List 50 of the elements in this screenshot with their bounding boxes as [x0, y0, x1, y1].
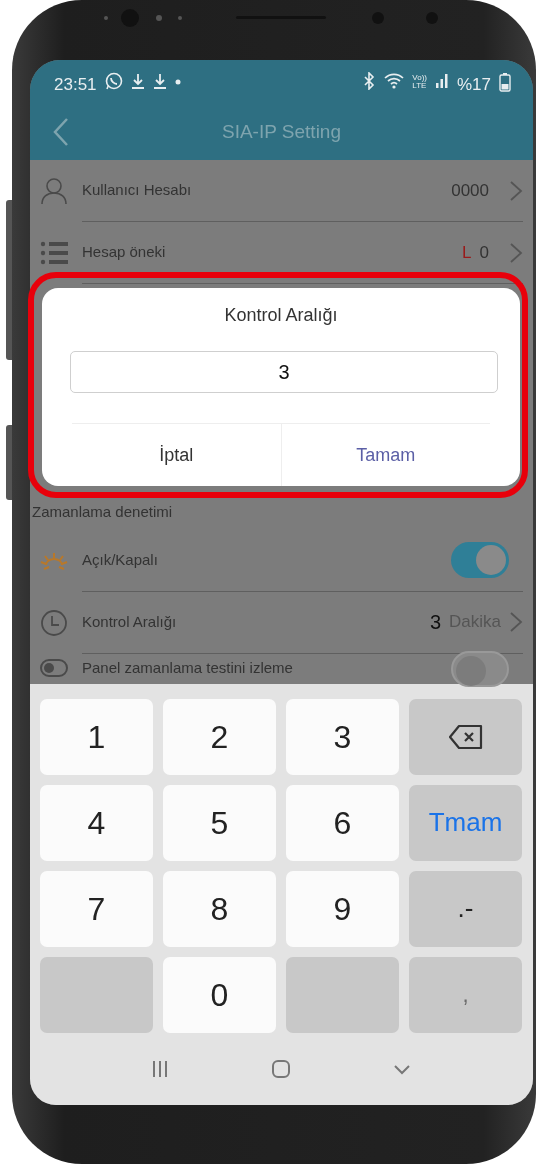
chevron-right-icon	[509, 241, 523, 264]
toggle-switch[interactable]	[451, 650, 509, 687]
back-icon[interactable]	[52, 117, 70, 147]
network-label: LTE	[412, 82, 427, 90]
bluetooth-icon	[362, 72, 377, 90]
whatsapp-icon	[104, 72, 123, 90]
section-label: Zamanlama denetimi	[31, 502, 174, 522]
key[interactable]: 5	[163, 784, 276, 861]
key[interactable]: 6	[286, 784, 399, 861]
toggle-switch[interactable]	[451, 542, 509, 578]
battery-icon	[499, 72, 511, 92]
signal-icon	[434, 72, 449, 90]
dialog-title: Kontrol Aralığı	[223, 304, 339, 327]
row-label: Hesap öneki	[82, 242, 167, 263]
home-icon[interactable]	[270, 1057, 292, 1080]
row-value: 0	[479, 241, 489, 264]
confirm-button[interactable]: Tamam	[280, 424, 490, 486]
backspace-icon	[447, 723, 484, 750]
status-time: 23:51	[54, 74, 97, 96]
battery-percent: %17	[456, 74, 491, 96]
key[interactable]: 4	[40, 784, 153, 861]
row-label: Açık/Kapalı	[82, 549, 159, 570]
screen-title: SIA-IP Setting	[221, 120, 342, 145]
network-label: Vo))	[412, 74, 427, 82]
key[interactable]: 1	[40, 698, 153, 775]
key[interactable]: 0	[163, 956, 276, 1033]
prefix-letter: L	[462, 241, 472, 264]
chevron-right-icon	[509, 179, 523, 202]
row-label: Panel zamanlama testini izleme	[82, 658, 294, 679]
person-icon	[40, 177, 68, 205]
key[interactable]: 7	[40, 870, 153, 947]
key[interactable]: 2	[163, 698, 276, 775]
backspace-key[interactable]	[409, 698, 522, 775]
key[interactable]: .-	[409, 870, 522, 947]
wifi-icon	[384, 72, 405, 90]
number-input-field[interactable]: 3	[70, 351, 498, 393]
chevron-right-icon	[509, 611, 523, 633]
download-icon	[152, 72, 167, 90]
row-label: Kontrol Aralığı	[82, 611, 178, 632]
dot-icon	[174, 79, 181, 85]
key[interactable]: 8	[163, 870, 276, 947]
download-icon	[130, 72, 145, 90]
key[interactable]: 9	[286, 870, 399, 947]
key[interactable]: 3	[286, 698, 399, 775]
row-value: 0000	[451, 179, 489, 202]
row-label: Kullanıcı Hesabı	[82, 180, 193, 201]
row-value: 3	[429, 610, 442, 635]
list-icon	[40, 239, 68, 267]
cancel-button[interactable]: İptal	[72, 424, 281, 486]
clock-icon	[40, 608, 68, 637]
